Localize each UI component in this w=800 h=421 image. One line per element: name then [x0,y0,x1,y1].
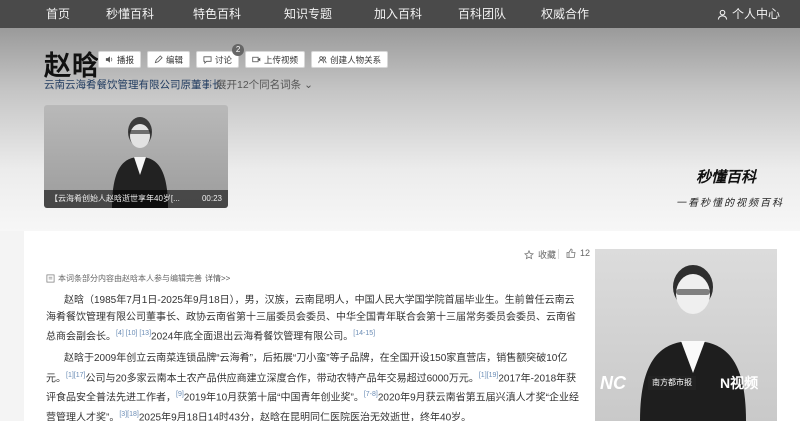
collect-label: 收藏 [538,250,557,260]
discuss-count-badge: 2 [232,44,245,56]
nav-topics[interactable]: 知识专题 [284,0,332,28]
user-icon [717,9,728,20]
share-button[interactable]: 12 [566,248,590,258]
intro-refs[interactable]: [4] [10] [13] [116,330,151,337]
book-icon [46,274,55,283]
pencil-icon [154,55,163,64]
career-text-d: 2019年10月获第十届“中国青年创业奖”。 [183,392,364,404]
notice-detail-link[interactable]: 详情>> [205,273,230,284]
user-center-link[interactable]: 个人中心 [717,0,780,28]
people-icon [318,56,327,64]
edit-label: 编辑 [166,54,184,65]
watermark-newspaper: 南方都市报 [648,376,696,390]
discuss-label: 讨论 [215,54,233,65]
career-paragraph: 赵晗于2009年创立云南菜连锁品牌“云海肴”，后拓展“刀小蛮”等子品牌，在全国开… [46,351,584,421]
ref-e[interactable]: [9] [176,391,184,398]
career-text-b: 公司与20多家云南本土农产品供应商建立深度合作，带动农特产品年交易超过6000万… [85,372,479,384]
chevron-down-icon: ⌄ [304,79,313,91]
video-caption: 【云海肴创始人赵晗逝世享年40岁[... [44,190,228,208]
career-text-f: 2025年9月18日14时43分，赵晗在昆明同仁医院医治无效逝世，终年40岁。 [138,412,472,421]
expand-homonyms-link[interactable]: 展开12个同名词条 ⌄ [216,77,313,92]
nav-miaodong[interactable]: 秒懂百科 [106,0,154,28]
ref-c[interactable]: [1] [479,372,487,379]
portrait-silhouette [640,265,746,421]
portrait-image[interactable] [595,249,777,421]
video-duration: 00:23 [201,194,222,203]
edit-notice: 本词条部分内容由赵晗本人参与编辑完善 详情>> [46,273,230,284]
upload-video-label: 上传视频 [264,54,299,65]
thumb-up-icon [566,248,576,258]
ref-a[interactable]: [1] [66,372,74,379]
ref-d[interactable]: [19] [487,372,499,379]
intro-tail: 2024年底全面退出云海肴餐饮管理有限公司。 [151,331,354,343]
watermark-nc: NC [600,373,626,393]
create-relation-label: 创建人物关系 [330,54,382,65]
user-center-label: 个人中心 [731,7,780,21]
speaker-icon [105,56,113,63]
report-button[interactable]: 播报 [98,51,142,68]
ref-f[interactable]: [7-8] [364,391,378,398]
nav-join[interactable]: 加入百科 [374,0,422,28]
watermark-nvideo: N视频 [720,375,759,391]
intro-paragraph: 赵晗（1985年7月1日-2025年9月18日），男，汉族，云南昆明人，中国人民… [46,293,584,346]
nav-cooperation[interactable]: 权威合作 [541,0,589,28]
ref-g[interactable]: [3] [119,411,127,418]
ref-h[interactable]: [18] [127,411,139,418]
expand-homonyms-label: 展开12个同名词条 [216,79,302,91]
video-thumbnail[interactable]: 【云海肴创始人赵晗逝世享年40岁[... 00:23 [44,105,228,208]
entry-actions: 播报 编辑 讨论 2 上传视频 创建人物关系 [98,44,389,68]
video-camera-icon [252,56,261,63]
nav-featured[interactable]: 特色百科 [193,0,241,28]
upload-video-button[interactable]: 上传视频 [245,51,306,68]
entry-subtitle: 云南云海肴餐饮管理有限公司原董事长 [44,79,223,91]
ref-b[interactable]: [17] [74,372,86,379]
intro-ref2[interactable]: [14-15] [353,330,375,337]
brand-slogan: 一看秒懂的视频百科 [676,198,784,209]
nav-home[interactable]: 首页 [46,0,70,28]
top-nav: 首页 秒懂百科 特色百科 知识专题 加入百科 百科团队 权威合作 个人中心 [0,0,800,28]
notice-text: 本词条部分内容由赵晗本人参与编辑完善 [58,274,202,283]
subtitle-divider [209,77,210,89]
report-label: 播报 [117,54,135,65]
edit-button[interactable]: 编辑 [147,51,191,68]
chat-icon [203,56,212,64]
share-count: 12 [580,248,591,258]
collect-button[interactable]: 收藏 [524,248,556,261]
discuss-button[interactable]: 讨论 2 [196,44,245,68]
brand-logo: 秒懂百科 [696,169,757,186]
action-divider [558,249,559,259]
star-icon [524,249,534,259]
create-relation-button[interactable]: 创建人物关系 [311,51,389,68]
nav-team[interactable]: 百科团队 [458,0,506,28]
